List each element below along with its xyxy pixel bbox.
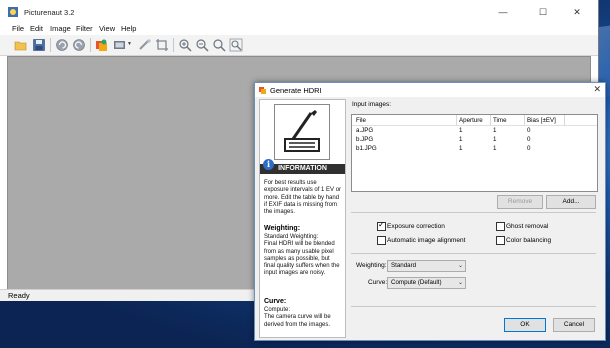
divider [351,306,596,307]
menu-file[interactable]: File [12,24,24,33]
status-text: Ready [8,291,30,300]
divider [351,212,596,213]
column-time[interactable]: Time [493,117,507,124]
column-file[interactable]: File [356,117,366,124]
zoom-actual-icon[interactable] [229,38,243,52]
tone-map-icon[interactable] [113,38,127,52]
toolbar-separator [50,38,51,52]
undo-icon[interactable] [55,38,69,52]
add-button[interactable]: Add... [546,195,596,209]
curve-select[interactable]: Compute (Default) ⌄ [387,277,466,289]
open-icon[interactable] [14,38,28,52]
info-icon: i [263,159,274,170]
window-title: Picturenaut 3.2 [24,8,75,17]
cell-bias: 0 [527,127,531,134]
cell-aperture: 1 [459,127,463,134]
table-row[interactable]: b.JPG 1 1 0 [352,136,597,145]
menu-bar: File Edit Image Filter View Help [0,24,598,35]
color-balancing-checkbox[interactable] [496,236,505,245]
chevron-down-icon[interactable]: ▼ [127,41,132,47]
cell-aperture: 1 [459,145,463,152]
chevron-down-icon: ⌄ [457,263,463,269]
input-images-table[interactable]: File Aperture Time Bias [±EV] a.JPG 1 1 … [351,114,598,192]
cell-time: 1 [493,127,497,134]
weighting-select[interactable]: Standard ⌄ [387,260,466,272]
weighting-heading: Weighting: [264,225,301,232]
exposure-correction-label: Exposure correction [387,223,445,230]
maximize-button[interactable]: ☐ [528,5,558,19]
toolbar-separator [90,38,91,52]
column-divider [490,115,491,125]
ghost-removal-checkbox[interactable] [496,222,505,231]
cell-file: b.JPG [356,136,374,143]
column-divider [564,115,565,125]
divider [351,253,596,254]
ghost-removal-label: Ghost removal [506,223,549,230]
cell-time: 1 [493,136,497,143]
column-divider [524,115,525,125]
generate-hdri-icon[interactable] [95,38,109,52]
weighting-description: Standard Weighting: Final HDRI will be b… [264,234,340,277]
information-panel: INFORMATION i For best results use expos… [259,99,346,338]
dialog-title: Generate HDRI [270,86,322,95]
curve-heading: Curve: [264,298,287,305]
cell-file: b1.JPG [356,145,377,152]
curve-description: Compute: The camera curve will be derive… [264,307,331,328]
app-icon [8,7,18,17]
zoom-fit-icon[interactable] [212,38,226,52]
toolbar-separator [173,38,174,52]
batch-icon[interactable] [138,38,152,52]
toolbar: ▼ [0,35,598,56]
table-row[interactable]: a.JPG 1 1 0 [352,127,597,136]
info-intro-text: For best results use exposure intervals … [264,180,342,216]
cell-file: a.JPG [356,127,374,134]
generate-hdri-icon [259,87,266,94]
hdri-brush-logo [274,104,330,160]
menu-help[interactable]: Help [121,24,136,33]
menu-filter[interactable]: Filter [76,24,93,33]
cell-time: 1 [493,145,497,152]
auto-alignment-checkbox[interactable] [377,236,386,245]
crop-icon[interactable] [155,38,169,52]
menu-view[interactable]: View [99,24,115,33]
redo-icon[interactable] [72,38,86,52]
dialog-title-bar: Generate HDRI ✕ [255,83,605,97]
column-divider [456,115,457,125]
zoom-out-icon[interactable] [195,38,209,52]
minimize-button[interactable]: — [488,5,518,19]
curve-label: Curve: [368,279,388,286]
cell-aperture: 1 [459,136,463,143]
cell-bias: 0 [527,145,531,152]
input-images-label: Input images: [352,101,392,108]
save-icon[interactable] [32,38,46,52]
column-bias[interactable]: Bias [±EV] [527,117,556,124]
weighting-value: Standard [391,262,417,269]
curve-value: Compute (Default) [391,279,442,286]
table-header: File Aperture Time Bias [±EV] [352,115,597,126]
cancel-button[interactable]: Cancel [553,318,595,332]
title-bar: Picturenaut 3.2 — ☐ ✕ [0,0,598,24]
color-balancing-label: Color balancing [506,237,552,244]
column-aperture[interactable]: Aperture [459,117,483,124]
cell-bias: 0 [527,136,531,143]
remove-button[interactable]: Remove [497,195,543,209]
zoom-in-icon[interactable] [178,38,192,52]
menu-image[interactable]: Image [50,24,71,33]
weighting-label: Weighting: [356,262,387,269]
table-row[interactable]: b1.JPG 1 1 0 [352,145,597,154]
chevron-down-icon: ⌄ [457,280,463,286]
close-button[interactable]: ✕ [562,5,592,19]
menu-edit[interactable]: Edit [30,24,43,33]
dialog-close-button[interactable]: ✕ [593,84,601,95]
auto-alignment-label: Automatic image alignment [387,237,466,244]
ok-button[interactable]: OK [504,318,546,332]
exposure-correction-checkbox[interactable] [377,220,386,231]
